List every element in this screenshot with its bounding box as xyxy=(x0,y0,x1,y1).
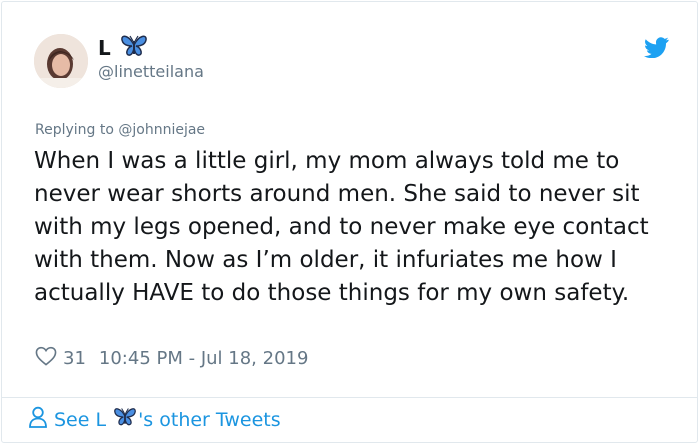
avatar[interactable] xyxy=(34,34,88,88)
replying-to-handle[interactable]: @johnniejae xyxy=(118,122,205,138)
footer-suffix: 's other Tweets xyxy=(138,408,281,431)
tweet-timestamp[interactable]: 10:45 PM - Jul 18, 2019 xyxy=(99,348,309,369)
display-name[interactable]: L xyxy=(98,36,111,60)
tweet-card: L @linetteilana Replying to @johnniejae … xyxy=(1,1,698,443)
butterfly-icon xyxy=(119,33,149,63)
like-count[interactable]: 31 xyxy=(63,348,86,369)
replying-to: Replying to @johnniejae xyxy=(35,122,205,138)
heart-icon[interactable] xyxy=(35,346,57,371)
tweet-meta: 31 10:45 PM - Jul 18, 2019 xyxy=(35,346,308,371)
butterfly-icon xyxy=(112,406,138,433)
divider xyxy=(2,397,697,398)
twitter-bird-icon[interactable] xyxy=(644,37,669,59)
replying-to-prefix: Replying to xyxy=(35,122,114,138)
person-icon xyxy=(28,406,48,433)
user-name-row[interactable]: L xyxy=(98,35,149,61)
user-handle[interactable]: @linetteilana xyxy=(98,62,204,81)
tweet-text: When I was a little girl, my mom always … xyxy=(34,148,649,306)
footer-prefix: See L xyxy=(54,408,107,431)
see-other-tweets-link[interactable]: See L 's other Tweets xyxy=(28,406,281,433)
avatar-photo xyxy=(34,34,88,88)
